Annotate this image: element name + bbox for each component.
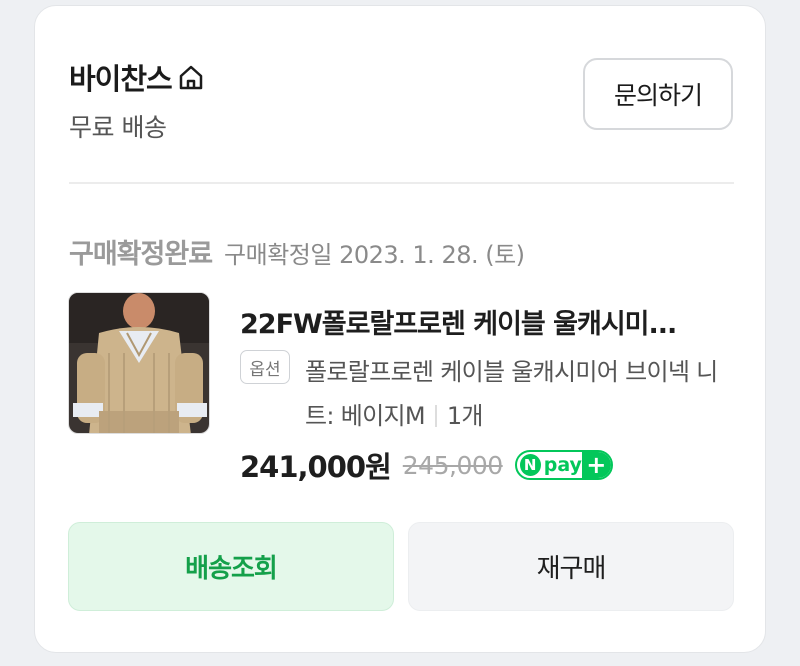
quantity: 1개 (446, 402, 484, 430)
order-status-row: 구매확정완료 구매확정일 2023. 1. 28. (토) (69, 232, 525, 271)
npay-plus-badge: N pay + (514, 450, 613, 480)
price-row: 241,000원 245,000 N pay + (240, 444, 613, 486)
separator (434, 405, 437, 427)
npay-label: pay (543, 454, 582, 476)
rebuy-button[interactable]: 재구매 (408, 522, 734, 611)
npay-n-icon: N (519, 454, 541, 476)
option-badge: 옵션 (240, 350, 290, 384)
shipping-info: 무료 배송 (69, 113, 167, 142)
product-title[interactable]: 22FW폴로랄프로렌 케이블 울캐시미... (240, 302, 740, 341)
track-delivery-button[interactable]: 배송조회 (68, 522, 394, 611)
option-value: 폴로랄프로렌 케이블 울캐시미어 브이넥 니트: 베이지M (305, 358, 718, 430)
order-status: 구매확정완료 (69, 239, 213, 270)
confirm-date: 구매확정일 2023. 1. 28. (토) (224, 241, 525, 269)
store-name[interactable]: 바이찬스 (69, 56, 173, 98)
product-thumbnail[interactable] (68, 292, 210, 434)
store-header[interactable]: 바이찬스 (69, 56, 206, 98)
divider (69, 182, 734, 184)
option-description: 폴로랄프로렌 케이블 울캐시미어 브이넥 니트: 베이지M 1개 (305, 350, 745, 438)
original-price: 245,000 (402, 450, 503, 480)
order-card: 바이찬스 무료 배송 문의하기 구매확정완료 구매확정일 2023. 1. 28… (34, 5, 766, 653)
sale-price: 241,000원 (240, 450, 392, 484)
plus-icon: + (581, 452, 611, 478)
home-icon[interactable] (176, 62, 206, 92)
inquiry-button[interactable]: 문의하기 (583, 58, 733, 130)
